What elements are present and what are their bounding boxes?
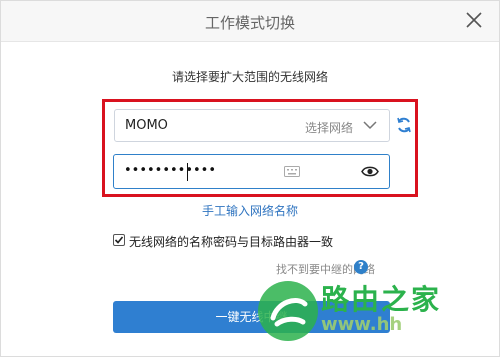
dialog-subtitle: 请选择要扩大范围的无线网络	[171, 70, 328, 84]
chevron-down-icon[interactable]	[363, 121, 377, 130]
text-caret	[187, 163, 188, 181]
help-icon[interactable]: ?	[354, 260, 368, 274]
dialog-titlebar: 工作模式切换	[1, 1, 499, 42]
select-network-label[interactable]: 选择网络	[305, 119, 353, 136]
refresh-icon[interactable]	[396, 117, 412, 133]
password-field[interactable]: ••••••••••••	[113, 154, 390, 189]
keyboard-icon[interactable]	[284, 166, 300, 177]
eye-icon[interactable]	[361, 165, 379, 178]
sync-checkbox-label: 无线网络的名称密码与目标路由器一致	[129, 235, 334, 249]
ssid-value: MOMO	[125, 118, 168, 133]
work-mode-dialog: 工作模式切换 请选择要扩大范围的无线网络 MOMO 选择网络 •••••••••…	[0, 0, 500, 357]
checkbox-icon[interactable]	[113, 234, 125, 246]
manual-input-link[interactable]: 手工输入网络名称	[1, 202, 499, 219]
one-click-repeater-button[interactable]: 一键无线中继	[113, 301, 390, 333]
ssid-select-field[interactable]: MOMO 选择网络	[114, 109, 390, 142]
dialog-title: 工作模式切换	[204, 14, 295, 32]
password-value: ••••••••••••	[124, 163, 217, 178]
close-icon[interactable]	[463, 9, 485, 31]
